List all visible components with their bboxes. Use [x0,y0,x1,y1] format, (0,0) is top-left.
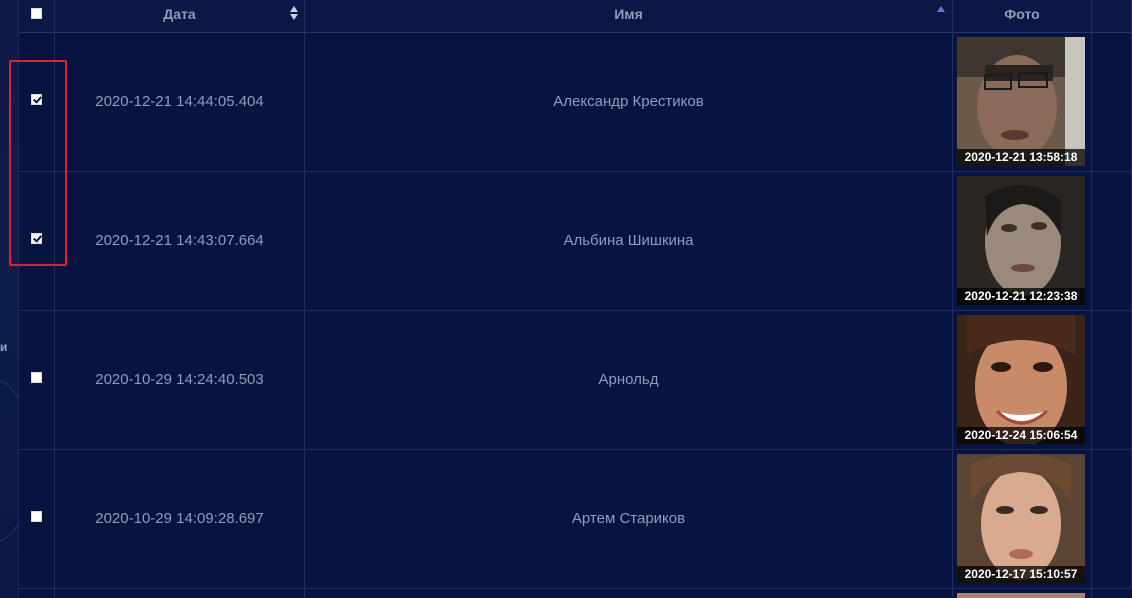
row-name [305,589,953,598]
row-photo-cell: 2020-12-24 15:06:54 [953,311,1092,449]
row-checkbox[interactable] [31,511,42,522]
results-table: Дата Имя Фото 2020-12-21 14:44:05.404 Ал… [9,0,1132,598]
row-name: Арнольд [305,311,953,449]
row-extra [1092,311,1132,449]
sort-ascending-icon[interactable] [937,6,945,12]
app: и Дата Имя Фото 2020-12-21 14:44:05.404 … [0,0,1132,598]
photo-timestamp: 2020-12-24 15:06:54 [957,427,1085,444]
header-photo-label: Фото [1004,6,1040,22]
row-select-cell [19,450,55,588]
header-photo: Фото [953,0,1092,32]
row-extra [1092,33,1132,171]
face-photo[interactable]: 2020-12-24 15:06:54 [957,315,1085,444]
row-date: 2020-12-21 14:43:07.664 [55,172,305,310]
row-name: Александр Крестиков [305,33,953,171]
table-row-partial [19,589,1132,598]
face-image [957,315,1085,444]
table-row[interactable]: 2020-12-21 14:44:05.404 Александр Крести… [19,33,1132,172]
face-image [957,37,1085,166]
header-name[interactable]: Имя [305,0,953,32]
sidebar-label: и [0,340,8,354]
row-select-cell [19,311,55,449]
row-date: 2020-12-21 14:44:05.404 [55,33,305,171]
row-photo-cell: 2020-12-21 12:23:38 [953,172,1092,310]
face-photo[interactable]: 2020-12-21 12:23:38 [957,176,1085,305]
header-name-label: Имя [614,6,643,22]
face-image [957,176,1085,305]
row-extra [1092,450,1132,588]
row-extra [1092,172,1132,310]
row-date: 2020-10-29 14:09:28.697 [55,450,305,588]
row-date: 2020-10-29 14:24:40.503 [55,311,305,449]
table-row[interactable]: 2020-10-29 14:09:28.697 Артем Стариков 2… [19,450,1132,589]
sort-both-icon[interactable] [290,6,298,22]
header-select-all-cell [19,0,55,32]
row-photo-cell: 2020-12-17 15:10:57 [953,450,1092,588]
face-photo[interactable]: 2020-12-17 15:10:57 [957,454,1085,583]
row-name: Артем Стариков [305,450,953,588]
row-select-cell [19,589,55,598]
row-date [55,589,305,598]
face-photo[interactable]: 2020-12-21 13:58:18 [957,37,1085,166]
row-name: Альбина Шишкина [305,172,953,310]
table-row[interactable]: 2020-12-21 14:43:07.664 Альбина Шишкина … [19,172,1132,311]
select-all-checkbox[interactable] [31,8,42,19]
face-photo [957,593,1085,598]
row-photo-cell: 2020-12-21 13:58:18 [953,33,1092,171]
selection-highlight [9,60,67,266]
sidebar-decoration [0,380,18,542]
header-date-label: Дата [163,6,196,22]
row-checkbox[interactable] [31,372,42,383]
photo-timestamp: 2020-12-17 15:10:57 [957,566,1085,583]
face-image [957,454,1085,583]
header-date[interactable]: Дата [55,0,305,32]
photo-timestamp: 2020-12-21 12:23:38 [957,288,1085,305]
header-extra [1092,0,1132,32]
table-row[interactable]: 2020-10-29 14:24:40.503 Арнольд 2020-12-… [19,311,1132,450]
row-photo-cell [953,589,1092,598]
table-header: Дата Имя Фото [19,0,1132,33]
photo-timestamp: 2020-12-21 13:58:18 [957,149,1085,166]
